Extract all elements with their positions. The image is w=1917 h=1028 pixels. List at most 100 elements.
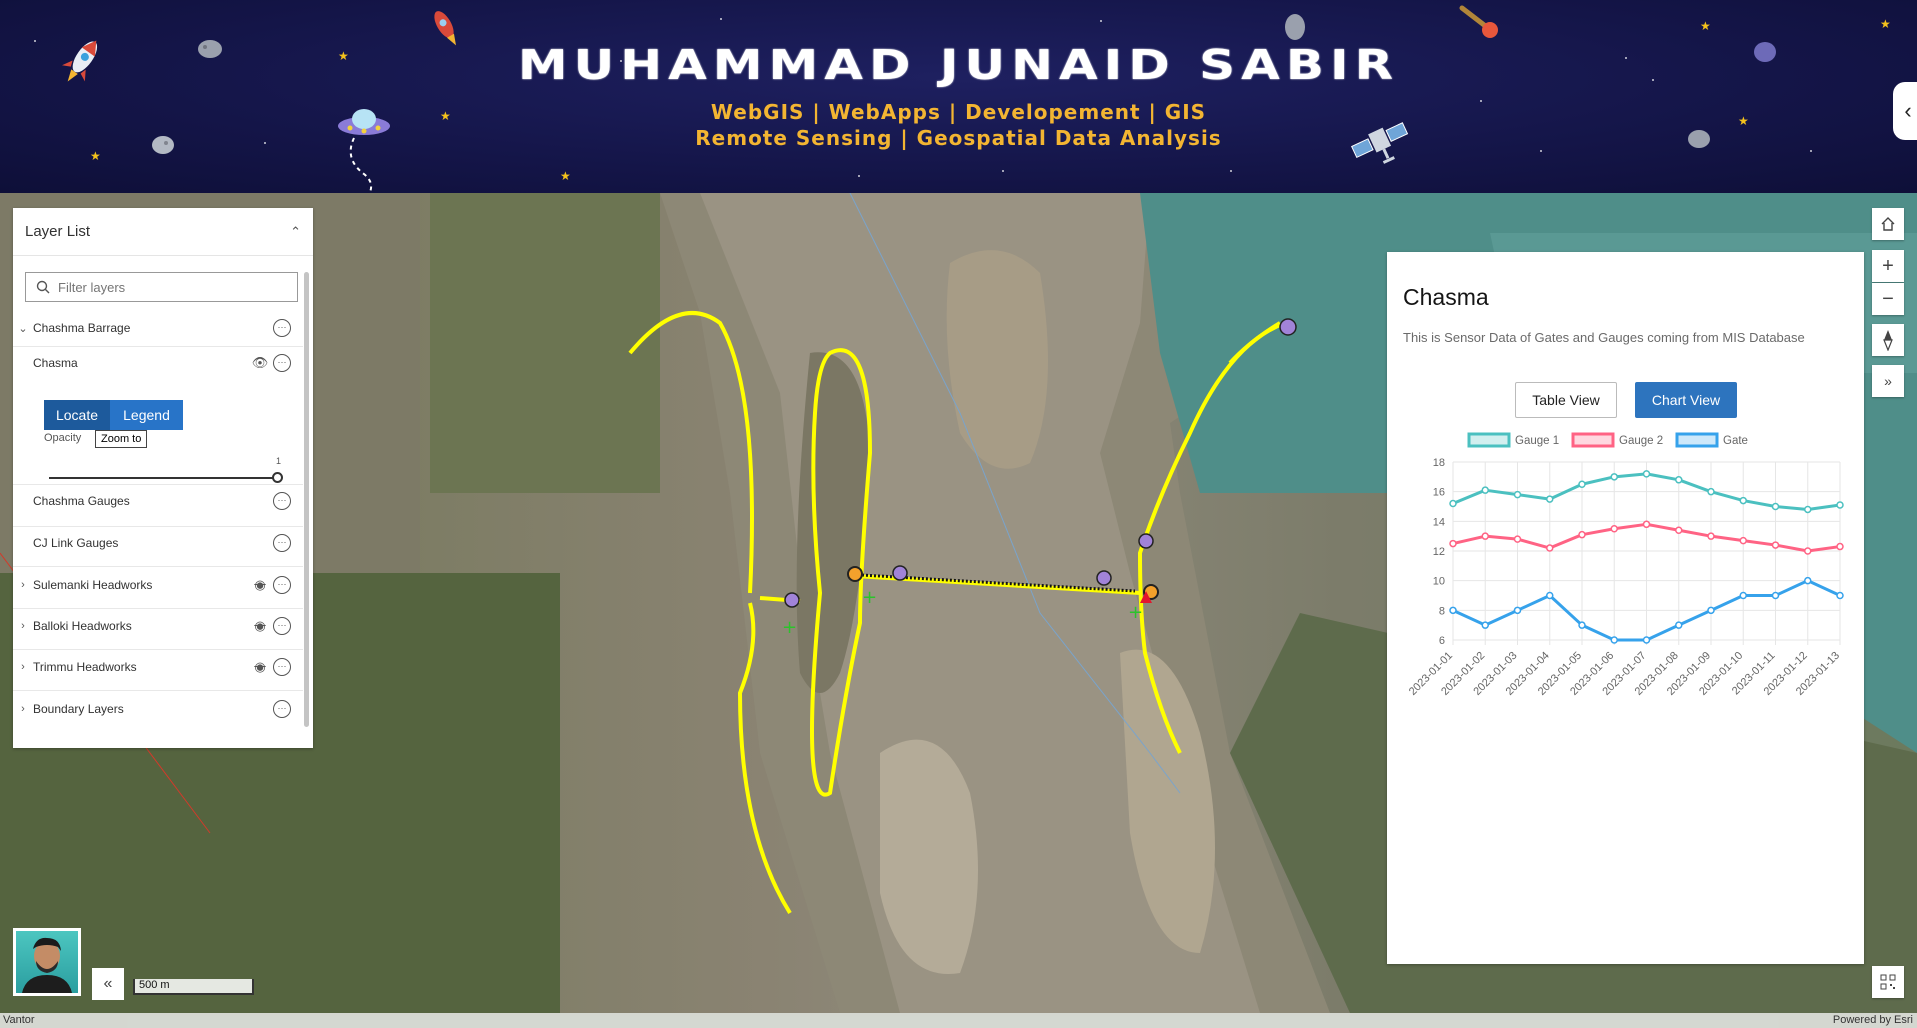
attribution-source: Vantor	[3, 1014, 35, 1026]
locate-button[interactable]: Locate	[44, 400, 110, 430]
chart-panel: Chasma This is Sensor Data of Gates and …	[1387, 252, 1864, 964]
filter-layers-input[interactable]	[58, 279, 278, 295]
options-icon[interactable]: ···	[273, 534, 291, 552]
filter-layers-field[interactable]	[25, 272, 298, 302]
legend-swatch	[1571, 432, 1615, 448]
star-icon: ★	[90, 149, 101, 163]
layer-label: CJ Link Gauges	[33, 536, 119, 550]
chevron-right-icon[interactable]: ›	[13, 579, 33, 591]
header-banner: ★ ★ ★ ★ ★ ★ ★ MUHAMMAD JUNAID SABIR WebG…	[0, 0, 1917, 193]
expand-panel-button[interactable]: »	[1872, 365, 1904, 397]
layer-label: Trimmu Headworks	[33, 660, 137, 674]
chart-view-button[interactable]: Chart View	[1635, 382, 1737, 418]
legend-label: Gauge 2	[1619, 435, 1663, 447]
compass-button[interactable]	[1872, 324, 1904, 356]
star-dot	[720, 18, 722, 20]
legend-label: Gauge 1	[1515, 435, 1559, 447]
y-tick-label: 6	[1439, 635, 1445, 647]
data-point	[1707, 487, 1715, 496]
eye-off-icon[interactable]: ◉	[247, 659, 273, 675]
home-icon	[1881, 217, 1895, 231]
data-point	[1771, 591, 1780, 600]
data-point	[1513, 606, 1522, 615]
table-view-button[interactable]: Table View	[1515, 382, 1617, 418]
star-icon: ★	[1700, 19, 1711, 33]
layer-item-chashma-barrage[interactable]: ⌄ Chashma Barrage ···	[13, 311, 303, 345]
attribution-powered-by: Powered by Esri	[1832, 1014, 1913, 1026]
legend-button[interactable]: Legend	[110, 400, 183, 430]
options-icon[interactable]: ···	[273, 617, 291, 635]
data-point	[1675, 621, 1683, 629]
data-point	[1771, 502, 1780, 511]
qr-code-button[interactable]	[1872, 966, 1904, 998]
y-tick-label: 8	[1439, 605, 1445, 617]
banner-subtitle-line1: WebGIS | WebApps | Developement | GIS	[710, 100, 1207, 124]
data-point	[1481, 621, 1489, 629]
layer-label: Chashma Gauges	[33, 494, 130, 508]
options-icon[interactable]: ···	[273, 354, 291, 372]
y-tick-label: 10	[1433, 576, 1445, 588]
layer-item-chashma-gauges[interactable]: Chashma Gauges ···	[13, 484, 303, 518]
layer-item-trimmu-headworks[interactable]: › Trimmu Headworks ◉ ···	[13, 650, 303, 684]
avatar[interactable]	[13, 928, 81, 996]
y-tick-label: 16	[1433, 487, 1445, 499]
chevron-down-icon[interactable]: ⌄	[13, 322, 33, 335]
data-point	[1449, 499, 1457, 508]
zoom-out-button[interactable]: −	[1872, 283, 1904, 315]
asteroid-icon	[1285, 14, 1305, 40]
chevron-right-icon[interactable]: ›	[13, 703, 33, 715]
data-point	[1610, 473, 1618, 481]
zoom-to-tooltip: Zoom to	[95, 430, 148, 448]
banner-title: MUHAMMAD JUNAID SABIR	[517, 41, 1400, 89]
opacity-slider-track[interactable]	[49, 477, 279, 479]
data-point	[1449, 539, 1457, 548]
qr-code-icon	[1880, 974, 1896, 990]
eye-icon[interactable]: 👁	[247, 355, 273, 371]
y-tick-label: 18	[1433, 457, 1445, 469]
data-point	[1804, 547, 1812, 555]
layer-item-sulemanki-headworks[interactable]: › Sulemanki Headworks ◉ ···	[13, 568, 303, 602]
layer-item-boundary-layers[interactable]: › Boundary Layers ···	[13, 692, 303, 726]
zoom-in-button[interactable]: +	[1872, 250, 1904, 282]
data-point	[1513, 490, 1522, 499]
data-point	[1449, 606, 1457, 615]
data-point	[1771, 541, 1780, 549]
options-icon[interactable]: ···	[273, 492, 291, 510]
layer-item-chasma[interactable]: Chasma 👁 ···	[13, 346, 303, 380]
collapse-button[interactable]: «	[92, 968, 124, 1000]
layer-list-scrollbar[interactable]	[302, 262, 310, 742]
chevron-right-icon[interactable]: ›	[13, 661, 33, 673]
layer-label: Balloki Headworks	[33, 619, 132, 633]
star-dot	[858, 175, 860, 177]
home-button[interactable]	[1872, 208, 1904, 240]
eye-off-icon[interactable]: ◉	[247, 618, 273, 634]
layer-item-cj-link-gauges[interactable]: CJ Link Gauges ···	[13, 526, 303, 560]
data-point	[1578, 621, 1586, 629]
options-icon[interactable]: ···	[273, 700, 291, 718]
data-point	[1513, 535, 1522, 543]
banner-collapse-button[interactable]: ‹	[1893, 82, 1917, 140]
layer-label: Boundary Layers	[33, 702, 124, 716]
data-point	[1546, 495, 1554, 503]
options-icon[interactable]: ···	[273, 576, 291, 594]
layer-label: Sulemanki Headworks	[33, 578, 153, 592]
data-point	[1804, 576, 1812, 585]
options-icon[interactable]: ···	[273, 658, 291, 676]
y-tick-label: 12	[1433, 546, 1445, 558]
search-icon	[36, 280, 50, 294]
data-point	[1546, 544, 1554, 552]
star-icon: ★	[560, 169, 571, 183]
opacity-label: Opacity	[44, 432, 82, 444]
layer-list-header[interactable]: Layer List ⌃	[13, 208, 313, 256]
opacity-slider-handle[interactable]	[272, 472, 283, 483]
data-point	[1836, 542, 1844, 551]
options-icon[interactable]: ···	[273, 319, 291, 337]
chevron-right-icon[interactable]: ›	[13, 620, 33, 632]
data-point	[1836, 501, 1844, 509]
layer-item-balloki-headworks[interactable]: › Balloki Headworks ◉ ···	[13, 609, 303, 643]
eye-off-icon[interactable]: ◉	[247, 577, 273, 593]
chevron-up-icon[interactable]: ⌃	[290, 224, 301, 240]
legend-label: Gate	[1723, 435, 1748, 447]
data-point	[1675, 476, 1683, 484]
star-dot	[1540, 150, 1542, 152]
